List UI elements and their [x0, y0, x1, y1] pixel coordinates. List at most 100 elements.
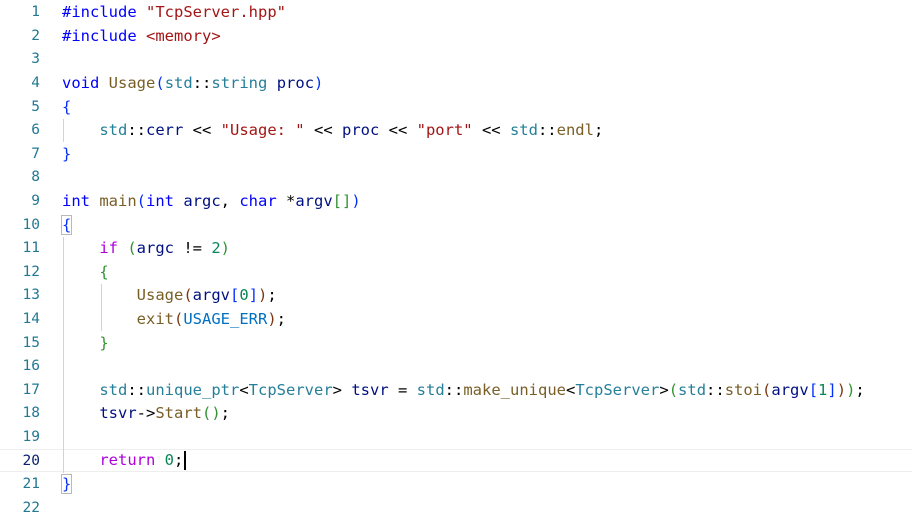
code-token: {	[62, 97, 72, 116]
code-line[interactable]: 17 std::unique_ptr<TcpServer> tsvr = std…	[0, 378, 912, 402]
code-text[interactable]: {	[60, 214, 73, 235]
line-number: 17	[22, 381, 40, 398]
code-line[interactable]: 21}	[0, 473, 912, 497]
code-line[interactable]: 6 std::cerr << "Usage: " << proc << "por…	[0, 119, 912, 143]
code-token: ::	[127, 380, 146, 399]
code-text[interactable]: exit(USAGE_ERR);	[62, 310, 286, 328]
line-number: 11	[22, 240, 40, 257]
code-token: #include	[62, 3, 146, 22]
code-token: [	[808, 380, 819, 399]
line-number: 8	[31, 169, 40, 186]
code-text[interactable]: {	[62, 262, 109, 281]
code-token: (	[136, 192, 146, 211]
code-token: argv	[192, 286, 230, 305]
code-line[interactable]: 12 {	[0, 260, 912, 284]
code-line[interactable]: 8	[0, 166, 912, 190]
code-token: unique_ptr	[146, 380, 240, 399]
code-line[interactable]: 1 #include "TcpServer.hpp"	[0, 1, 912, 25]
line-number: 6	[31, 122, 40, 139]
code-text[interactable]: }	[60, 474, 73, 495]
line-number: 13	[22, 287, 40, 304]
indent-guide	[63, 236, 64, 473]
code-token: std	[164, 74, 193, 93]
code-token: {	[60, 214, 73, 235]
text-cursor	[184, 451, 187, 471]
code-line[interactable]: 16	[0, 355, 912, 379]
code-token: []	[332, 192, 352, 211]
code-token: "Usage: "	[220, 121, 305, 140]
indent-guide	[101, 283, 102, 331]
code-token: proc	[276, 74, 315, 93]
code-token: (	[668, 380, 679, 399]
code-text[interactable]: return 0;	[62, 451, 187, 471]
code-line[interactable]: 13 Usage(argv[0]);	[0, 284, 912, 308]
code-token: )	[267, 310, 277, 329]
code-line[interactable]: 11 if (argc != 2)	[0, 237, 912, 261]
code-token: TcpServer	[575, 380, 660, 399]
code-token: #include	[62, 26, 146, 45]
code-token: tsvr	[351, 380, 389, 399]
code-text[interactable]: if (argc != 2)	[62, 239, 230, 257]
code-text[interactable]: }	[62, 145, 71, 163]
code-text[interactable]: }	[62, 333, 109, 352]
line-number: 2	[31, 27, 40, 44]
code-token: tsvr	[99, 404, 137, 423]
code-token: !=	[174, 239, 212, 258]
code-token: <	[566, 380, 576, 399]
code-token: proc	[341, 121, 380, 140]
code-token: (	[127, 239, 137, 258]
code-text[interactable]: #include <memory>	[62, 27, 221, 45]
code-token: ;	[174, 451, 184, 470]
code-token: <<	[379, 121, 417, 140]
code-line[interactable]: 20 return 0;	[0, 448, 912, 473]
line-number: 10	[22, 216, 40, 233]
code-line[interactable]: 15 }	[0, 331, 912, 355]
code-token: {	[99, 262, 109, 281]
code-text[interactable]: {	[62, 98, 71, 116]
code-line[interactable]: 19	[0, 425, 912, 449]
code-text[interactable]: std::unique_ptr<TcpServer> tsvr = std::m…	[62, 380, 864, 399]
line-number: 18	[22, 405, 40, 422]
code-text[interactable]: void Usage(std::string proc)	[62, 74, 323, 92]
code-line[interactable]: 22	[0, 496, 912, 520]
code-token: 1	[818, 380, 828, 399]
code-token: TcpServer	[248, 380, 333, 399]
code-text[interactable]: #include "TcpServer.hpp"	[62, 3, 286, 21]
code-text[interactable]: Usage(argv[0]);	[62, 286, 277, 304]
code-text[interactable]: tsvr->Start();	[62, 404, 230, 422]
code-line[interactable]: 14 exit(USAGE_ERR);	[0, 307, 912, 331]
code-token: ->	[136, 404, 156, 423]
code-token: }	[60, 474, 73, 495]
code-line[interactable]: 10 {	[0, 213, 912, 237]
code-token: std	[416, 380, 445, 399]
line-number: 12	[22, 263, 40, 280]
code-token: stoi	[724, 380, 763, 399]
code-line[interactable]: 4 void Usage(std::string proc)	[0, 71, 912, 95]
code-token: ::	[127, 121, 146, 140]
code-token: (	[155, 74, 165, 93]
code-line[interactable]: 18 tsvr->Start();	[0, 402, 912, 426]
code-line[interactable]: 7}	[0, 142, 912, 166]
code-token: ;	[276, 310, 287, 329]
line-number: 21	[22, 476, 40, 493]
code-token: 0	[164, 451, 174, 470]
code-token: }	[99, 333, 109, 352]
code-line[interactable]: 2 #include <memory>	[0, 24, 912, 48]
code-text[interactable]: std::cerr << "Usage: " << proc << "port"…	[62, 121, 603, 139]
code-line[interactable]: 9 int main(int argc, char *argv[])	[0, 189, 912, 213]
code-token: std	[99, 121, 128, 140]
code-editor[interactable]: 1 #include "TcpServer.hpp" 2 #include <memo…	[0, 0, 912, 524]
line-number: 1	[31, 4, 40, 21]
code-token: endl	[556, 121, 594, 140]
code-token: "TcpServer.hpp"	[146, 3, 286, 22]
code-line[interactable]: 3	[0, 48, 912, 72]
code-token: =	[388, 380, 417, 399]
code-token: ::	[706, 380, 725, 399]
code-token: std	[99, 380, 128, 399]
code-text[interactable]: int main(int argc, char *argv[])	[62, 192, 361, 210]
code-line[interactable]: 5{	[0, 95, 912, 119]
